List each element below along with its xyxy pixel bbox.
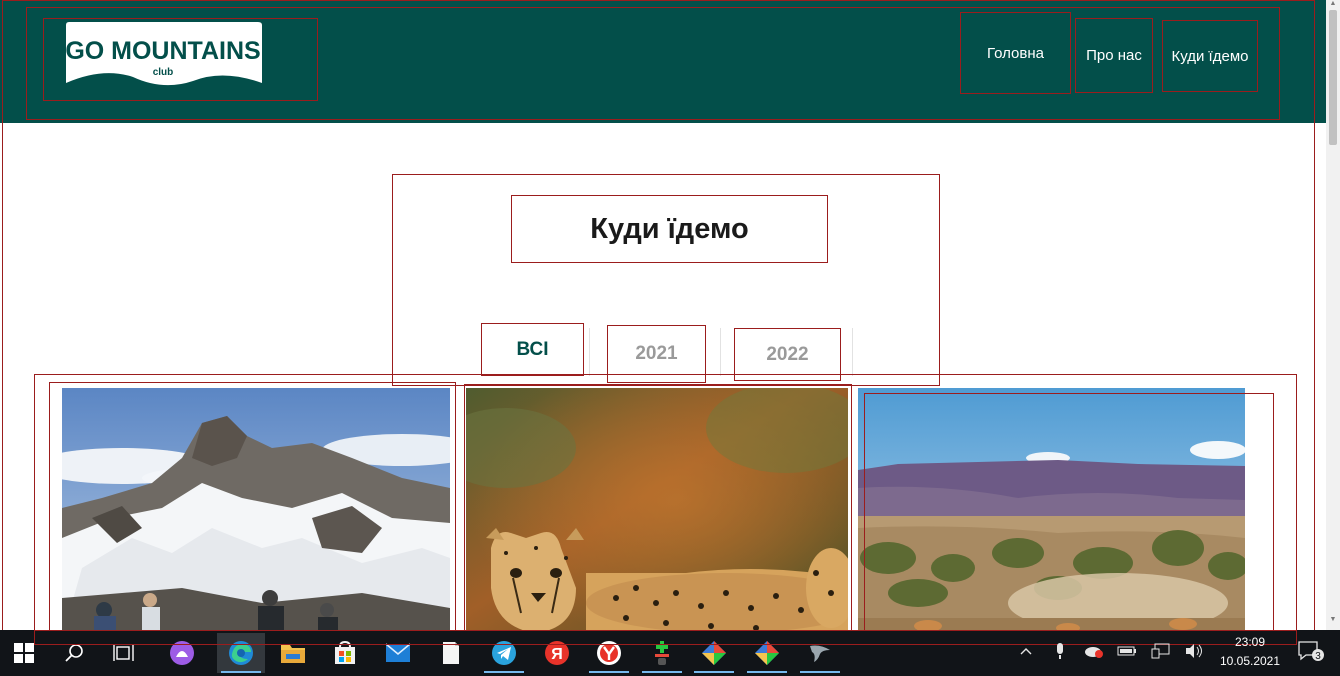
page-scrollbar[interactable]: ▲ ▼ <box>1326 0 1340 630</box>
taskbar-clock[interactable]: 23:09 10.05.2021 <box>1212 633 1288 673</box>
scroll-thumb[interactable] <box>1329 10 1337 145</box>
battery-icon[interactable] <box>1116 640 1138 662</box>
volume-icon[interactable] <box>1184 640 1206 662</box>
clock-date: 10.05.2021 <box>1219 654 1281 668</box>
clock-time: 23:09 <box>1234 635 1266 649</box>
scroll-down-arrow[interactable]: ▼ <box>1329 616 1337 625</box>
svg-text:Я: Я <box>551 646 563 663</box>
network-icon[interactable] <box>1150 640 1172 662</box>
taskbar-outline <box>34 630 1297 645</box>
microphone-icon[interactable] <box>1050 640 1070 662</box>
notification-center-icon[interactable]: 3 <box>1296 640 1326 662</box>
notification-count: 3 <box>1315 651 1321 662</box>
browser-viewport: GO MOUNTAINS club Головна Про нас Куди ї… <box>0 0 1326 630</box>
page-outline <box>2 0 1315 630</box>
cloud-error-icon[interactable] <box>1082 640 1106 662</box>
scroll-up-arrow[interactable]: ▲ <box>1329 0 1337 9</box>
chevron-up-icon[interactable] <box>1016 640 1036 662</box>
